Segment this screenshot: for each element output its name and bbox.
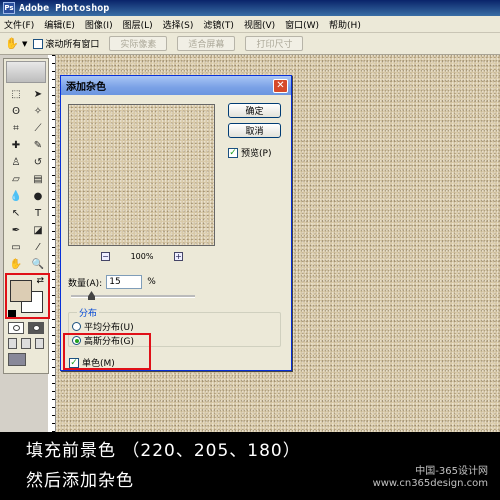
- uniform-radio[interactable]: 平均分布(U): [72, 320, 134, 333]
- watermark-line-1: 中国-365设计网: [415, 466, 488, 477]
- clone-stamp-tool-icon[interactable]: ♙: [7, 155, 25, 170]
- window-title: Adobe Photoshop: [19, 2, 110, 14]
- brush-tool-icon[interactable]: ✎: [29, 138, 47, 153]
- full-screen-menu-mode-icon[interactable]: [21, 338, 31, 349]
- distribution-legend: 分布: [77, 306, 100, 319]
- checkmark-icon: ✓: [228, 147, 238, 158]
- healing-brush-tool-icon[interactable]: ✚: [7, 138, 25, 153]
- jump-to-imageready-icon[interactable]: [8, 353, 26, 366]
- shape-tool-icon[interactable]: ◪: [29, 223, 47, 238]
- crop-tool-icon[interactable]: ⌗: [7, 121, 25, 136]
- amount-row: 数量(A): 15 %: [68, 275, 156, 289]
- title-bar: Ps Adobe Photoshop: [0, 0, 500, 16]
- blur-tool-icon[interactable]: 💧: [7, 189, 25, 204]
- tool-preset-dropdown-icon[interactable]: ▼: [22, 40, 27, 48]
- amount-input[interactable]: 15: [106, 275, 143, 289]
- caption-line-1: 填充前景色 （220、205、180）: [26, 441, 301, 461]
- vertical-ruler: [48, 55, 56, 432]
- options-highlight-box: [63, 333, 151, 370]
- slice-tool-icon[interactable]: ⟋: [29, 121, 47, 136]
- options-bar: ✋ ▼ 滚动所有窗口 实际像素 适合屏幕 打印尺寸: [0, 33, 500, 55]
- pen-tool-icon[interactable]: ✒: [7, 223, 25, 238]
- preview-checkbox[interactable]: ✓ 预览(P): [228, 146, 271, 159]
- type-tool-icon[interactable]: T: [29, 206, 47, 221]
- dialog-title-bar[interactable]: 添加杂色 ✕: [61, 76, 291, 95]
- menu-select[interactable]: 选择(S): [163, 18, 194, 31]
- zoom-out-icon[interactable]: −: [101, 252, 110, 261]
- lasso-tool-icon[interactable]: ʘ: [7, 104, 25, 119]
- site-watermark: 中国-365设计网 www.cn365design.com: [373, 466, 488, 490]
- ok-button[interactable]: 确定: [228, 103, 281, 118]
- uniform-label: 平均分布(U): [84, 323, 134, 333]
- eyedropper-tool-icon[interactable]: ⁄: [29, 240, 47, 255]
- actual-pixels-button[interactable]: 实际像素: [109, 36, 168, 51]
- close-icon[interactable]: ✕: [273, 78, 288, 93]
- caption-line-2: 然后添加杂色: [26, 471, 134, 491]
- hand-icon[interactable]: ✋: [4, 36, 20, 52]
- swatch-highlight-box: [5, 273, 50, 319]
- amount-label: 数量(A):: [68, 278, 103, 289]
- dialog-title: 添加杂色: [66, 82, 106, 93]
- noise-preview[interactable]: [68, 104, 215, 246]
- standard-screen-mode-icon[interactable]: [8, 338, 18, 349]
- menu-image[interactable]: 图像(I): [85, 18, 113, 31]
- menu-bar: 文件(F) 编辑(E) 图像(I) 图层(L) 选择(S) 滤镜(T) 视图(V…: [0, 16, 500, 33]
- menu-edit[interactable]: 编辑(E): [44, 18, 75, 31]
- toolbox: ⬚ ➤ ʘ ✧ ⌗ ⟋ ✚ ✎ ♙ ↺ ▱ ▤ 💧 ● ↖ T ✒ ◪ ▭ ⁄ …: [3, 58, 49, 374]
- marquee-tool-icon[interactable]: ⬚: [7, 87, 25, 102]
- hand-tool-icon[interactable]: ✋: [7, 257, 25, 272]
- full-screen-mode-icon[interactable]: [34, 338, 44, 349]
- magic-wand-tool-icon[interactable]: ✧: [29, 104, 47, 119]
- add-noise-dialog: 添加杂色 ✕ − 100% + 确定 取消 ✓ 预览(P) 数量(A): 15 …: [60, 75, 292, 371]
- zoom-tool-icon[interactable]: 🔍: [29, 257, 47, 272]
- standard-mode-icon[interactable]: [8, 322, 24, 334]
- dodge-tool-icon[interactable]: ●: [29, 189, 47, 204]
- amount-slider-thumb[interactable]: [88, 291, 95, 300]
- cancel-button[interactable]: 取消: [228, 123, 281, 138]
- menu-view[interactable]: 视图(V): [244, 18, 275, 31]
- resize-all-windows-checkbox[interactable]: [33, 38, 44, 49]
- toolbox-header-feather-icon[interactable]: [6, 61, 46, 83]
- zoom-in-icon[interactable]: +: [174, 252, 183, 261]
- fit-screen-button[interactable]: 适合屏幕: [177, 36, 236, 51]
- quick-mask-mode-icon[interactable]: [28, 322, 44, 334]
- notes-tool-icon[interactable]: ▭: [7, 240, 25, 255]
- preview-label: 预览(P): [241, 149, 272, 159]
- eraser-tool-icon[interactable]: ▱: [7, 172, 25, 187]
- zoom-level: 100%: [130, 252, 154, 261]
- menu-filter[interactable]: 滤镜(T): [203, 18, 234, 31]
- preview-zoom-controls: − 100% +: [101, 252, 183, 261]
- menu-help[interactable]: 帮助(H): [329, 18, 361, 31]
- move-tool-icon[interactable]: ➤: [29, 87, 47, 102]
- tutorial-caption: 填充前景色 （220、205、180） 然后添加杂色 中国-365设计网 www…: [0, 432, 500, 500]
- history-brush-tool-icon[interactable]: ↺: [29, 155, 47, 170]
- gradient-tool-icon[interactable]: ▤: [29, 172, 47, 187]
- uniform-radio-icon: [72, 322, 81, 331]
- watermark-line-2: www.cn365design.com: [372, 478, 488, 489]
- menu-window[interactable]: 窗口(W): [285, 18, 319, 31]
- resize-all-windows-label: 滚动所有窗口: [45, 40, 100, 50]
- path-selection-tool-icon[interactable]: ↖: [7, 206, 25, 221]
- photoshop-logo-icon: Ps: [3, 2, 15, 14]
- menu-layer[interactable]: 图层(L): [123, 18, 153, 31]
- menu-file[interactable]: 文件(F): [4, 18, 34, 31]
- amount-unit: %: [147, 277, 156, 287]
- print-size-button[interactable]: 打印尺寸: [245, 36, 304, 51]
